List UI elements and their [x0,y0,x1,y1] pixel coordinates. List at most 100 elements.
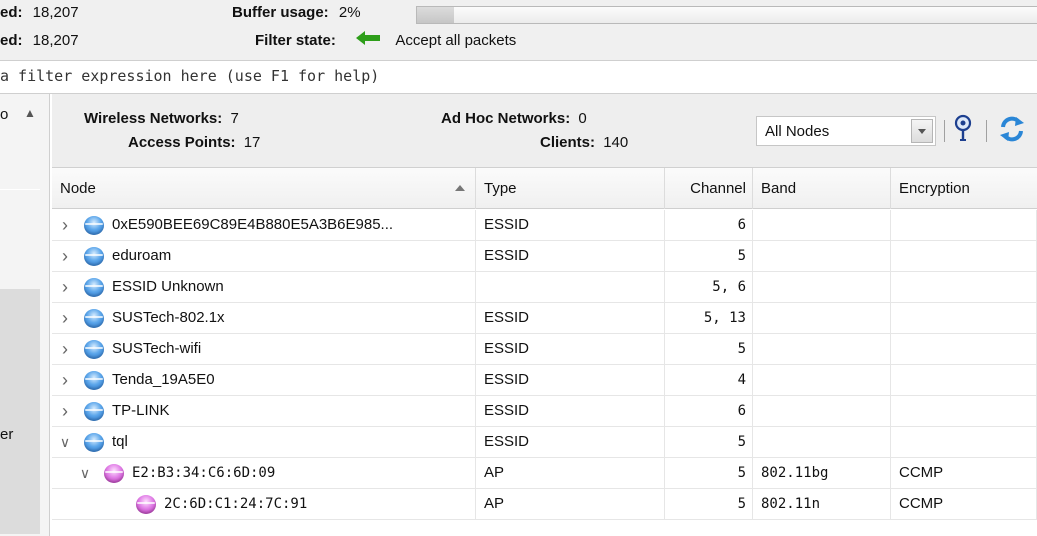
toolbar-divider [944,120,945,142]
channel-cell: 5 [665,489,753,519]
channel-cell: 5 [665,241,753,271]
filter-expression-input[interactable]: a filter expression here (use F1 for hel… [0,60,1037,94]
wireless-summary-header: Wireless Networks: 7 Access Points: 17 A… [52,94,1037,168]
filter-state: Filter state: Accept all packets [255,30,516,52]
node-cell: ∨ tql [52,427,476,457]
column-header-band[interactable]: Band [753,168,891,209]
column-header-channel[interactable]: Channel [665,168,753,209]
table-row[interactable]: › TP-LINK ESSID 6 [52,396,1037,427]
node-name: 2C:6D:C1:24:7C:91 [164,496,308,512]
left-panel-text: o [0,106,9,123]
chevron-down-icon[interactable]: ∨ [78,458,92,488]
node-cell: › TP-LINK [52,396,476,426]
chevron-right-icon[interactable]: › [58,303,72,333]
buffer-usage-label: Buffer usage: [232,4,329,21]
adhoc-networks-label: Ad Hoc Networks: [441,110,571,127]
column-header-encryption-label: Encryption [899,180,970,197]
table-row[interactable]: › SUSTech-wifi ESSID 5 [52,334,1037,365]
table-row[interactable]: › Tenda_19A5E0 ESSID 4 [52,365,1037,396]
table-row[interactable]: › eduroam ESSID 5 [52,241,1037,272]
band-cell [753,334,891,364]
node-name: E2:B3:34:C6:6D:09 [132,465,276,481]
type-cell: ESSID [476,241,665,271]
refresh-icon[interactable] [998,114,1024,144]
left-side-panel: o ▲ er [0,94,50,536]
node-name: ESSID Unknown [112,278,224,295]
analyzed-packets: ed: 18,207 [0,30,79,52]
node-cell: › eduroam [52,241,476,271]
encryption-cell [891,334,1037,364]
node-name: TP-LINK [112,402,170,419]
captured-label: ed: [0,4,23,21]
channel-cell: 6 [665,210,753,240]
column-header-band-label: Band [761,180,797,197]
wireless-networks-value: 7 [230,110,239,127]
clients-label: Clients: [540,134,596,151]
node-cell: › SUSTech-802.1x [52,303,476,333]
buffer-usage-value: 2% [338,4,361,21]
node-name: SUSTech-wifi [112,340,202,357]
encryption-cell: CCMP [891,458,1037,488]
channel-cell: 4 [665,365,753,395]
channel-cell: 5, 6 [665,272,753,302]
column-header-type[interactable]: Type [476,168,665,209]
adhoc-networks-count: Ad Hoc Networks: 0 [441,110,587,127]
chevron-right-icon[interactable]: › [58,365,72,395]
channel-cell: 5 [665,334,753,364]
buffer-usage-bar [416,6,1037,24]
table-row[interactable]: ∨ tql ESSID 5 [52,427,1037,458]
map-pin-icon[interactable] [950,114,976,144]
band-cell [753,303,891,333]
access-points-label: Access Points: [128,134,236,151]
chevron-right-icon[interactable]: › [58,272,72,302]
chevron-right-icon[interactable]: › [58,396,72,426]
network-globe-icon [84,309,104,328]
node-filter-value: All Nodes [765,123,830,140]
table-row[interactable]: ∨ E2:B3:34:C6:6D:09 AP 5 802.11bg CCMP [52,458,1037,489]
chevron-down-icon[interactable] [911,119,933,143]
divider [0,189,40,190]
clients-value: 140 [603,134,629,151]
band-cell [753,210,891,240]
column-header-encryption[interactable]: Encryption [891,168,1037,209]
column-header-node[interactable]: Node [52,168,476,209]
type-cell: AP [476,458,665,488]
left-panel-text-2: er [0,426,14,443]
chevron-right-icon[interactable]: › [58,210,72,240]
table-row[interactable]: 2C:6D:C1:24:7C:91 AP 5 802.11n CCMP [52,489,1037,520]
wireless-networks-label: Wireless Networks: [84,110,223,127]
clients-count: Clients: 140 [540,134,628,151]
table-row[interactable]: › 0xE590BEE69C89E4B880E5A3B6E985... ESSID 6 [52,210,1037,241]
chevron-down-icon[interactable]: ∨ [58,427,72,457]
buffer-usage: Buffer usage: 2% [232,2,361,24]
type-cell [476,272,665,302]
node-name: eduroam [112,247,172,264]
column-header-channel-label: Channel [690,180,746,197]
table-row[interactable]: › SUSTech-802.1x ESSID 5, 13 [52,303,1037,334]
band-cell [753,272,891,302]
left-panel-scrollbar[interactable] [0,289,40,534]
network-globe-icon [84,371,104,390]
network-globe-icon [84,340,104,359]
node-cell: › SUSTech-wifi [52,334,476,364]
collapse-up-icon[interactable]: ▲ [24,106,36,120]
chevron-right-icon[interactable]: › [58,334,72,364]
band-cell [753,396,891,426]
node-filter-select[interactable]: All Nodes [756,116,936,146]
encryption-cell: CCMP [891,489,1037,519]
network-globe-icon [84,433,104,452]
encryption-cell [891,365,1037,395]
encryption-cell [891,396,1037,426]
network-globe-icon [84,278,104,297]
chevron-right-icon[interactable]: › [58,241,72,271]
analyzed-label: ed: [0,32,23,49]
encryption-cell [891,427,1037,457]
type-cell: ESSID [476,427,665,457]
captured-value: 18,207 [32,4,79,21]
capture-status-bar: ed: 18,207 ed: 18,207 Buffer usage: 2% F… [0,0,1037,60]
filter-state-label: Filter state: [255,32,336,49]
type-cell: ESSID [476,303,665,333]
network-globe-icon [84,216,104,235]
table-row[interactable]: › ESSID Unknown 5, 6 [52,272,1037,303]
channel-cell: 6 [665,396,753,426]
